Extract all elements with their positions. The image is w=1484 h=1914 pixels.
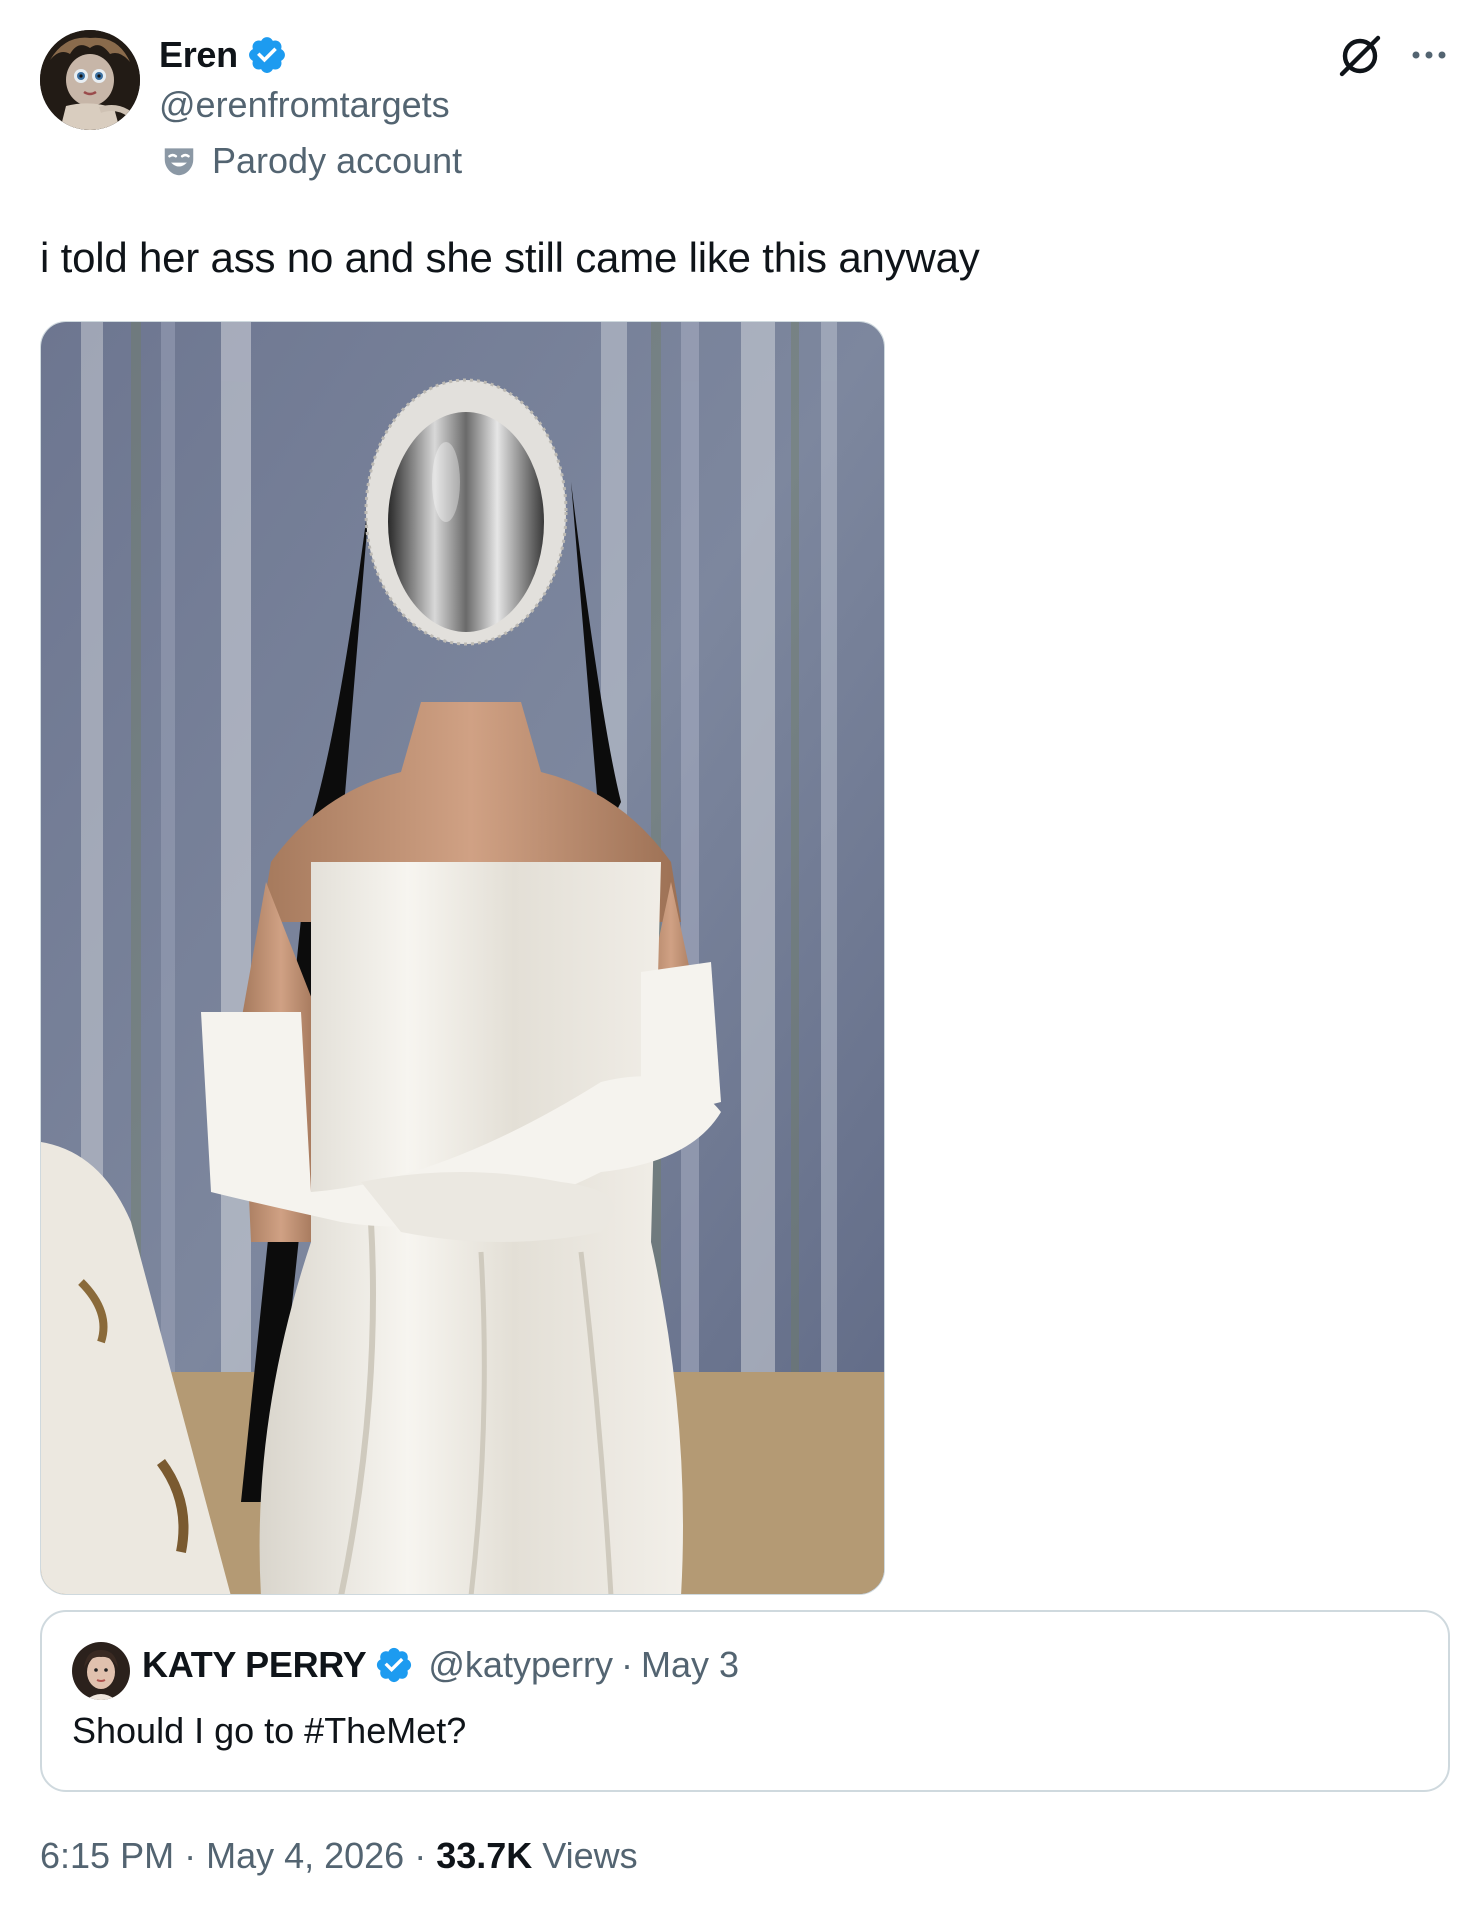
theater-mask-icon [164,148,194,176]
author-name-row[interactable]: Eren [159,34,288,76]
quoted-tweet[interactable]: KATY PERRY @katyperry · May 3 Should I g… [40,1610,1450,1792]
author-avatar[interactable] [40,30,140,130]
quoted-author-avatar[interactable] [72,1642,130,1700]
tweet-date[interactable]: May 4, 2026 [206,1835,404,1877]
tweet-text: i told her ass no and she still came lik… [40,234,980,281]
quoted-author-display-name[interactable]: KATY PERRY [142,1644,367,1686]
tweet-meta: 6:15 PM · May 4, 2026 · 33.7K Views [40,1835,638,1877]
tweet-time[interactable]: 6:15 PM [40,1835,174,1877]
quoted-tweet-header: KATY PERRY @katyperry · May 3 [142,1644,739,1686]
quoted-tweet-text: Should I go to #TheMet? [72,1710,467,1751]
quoted-tweet-date[interactable]: May 3 [641,1644,739,1686]
meta-separator: · [184,1835,197,1876]
parody-account-label: Parody account [160,140,462,182]
quoted-separator: · [620,1644,633,1685]
more-horizontal-icon[interactable] [1408,40,1450,70]
meta-separator: · [414,1835,427,1876]
verified-badge-icon [248,37,285,73]
views-label: Views [542,1835,638,1876]
verified-badge-icon [377,1647,412,1683]
grok-icon[interactable] [1336,32,1384,80]
author-display-name[interactable]: Eren [159,34,238,76]
tweet-media-photo[interactable] [40,321,885,1595]
views-count[interactable]: 33.7K [436,1835,532,1877]
quoted-author-handle[interactable]: @katyperry [428,1644,613,1686]
author-handle[interactable]: @erenfromtargets [159,84,450,126]
tweet-detail: Eren @erenfromtargets Parody account i t… [0,0,1484,1914]
parody-account-text: Parody account [212,140,463,181]
